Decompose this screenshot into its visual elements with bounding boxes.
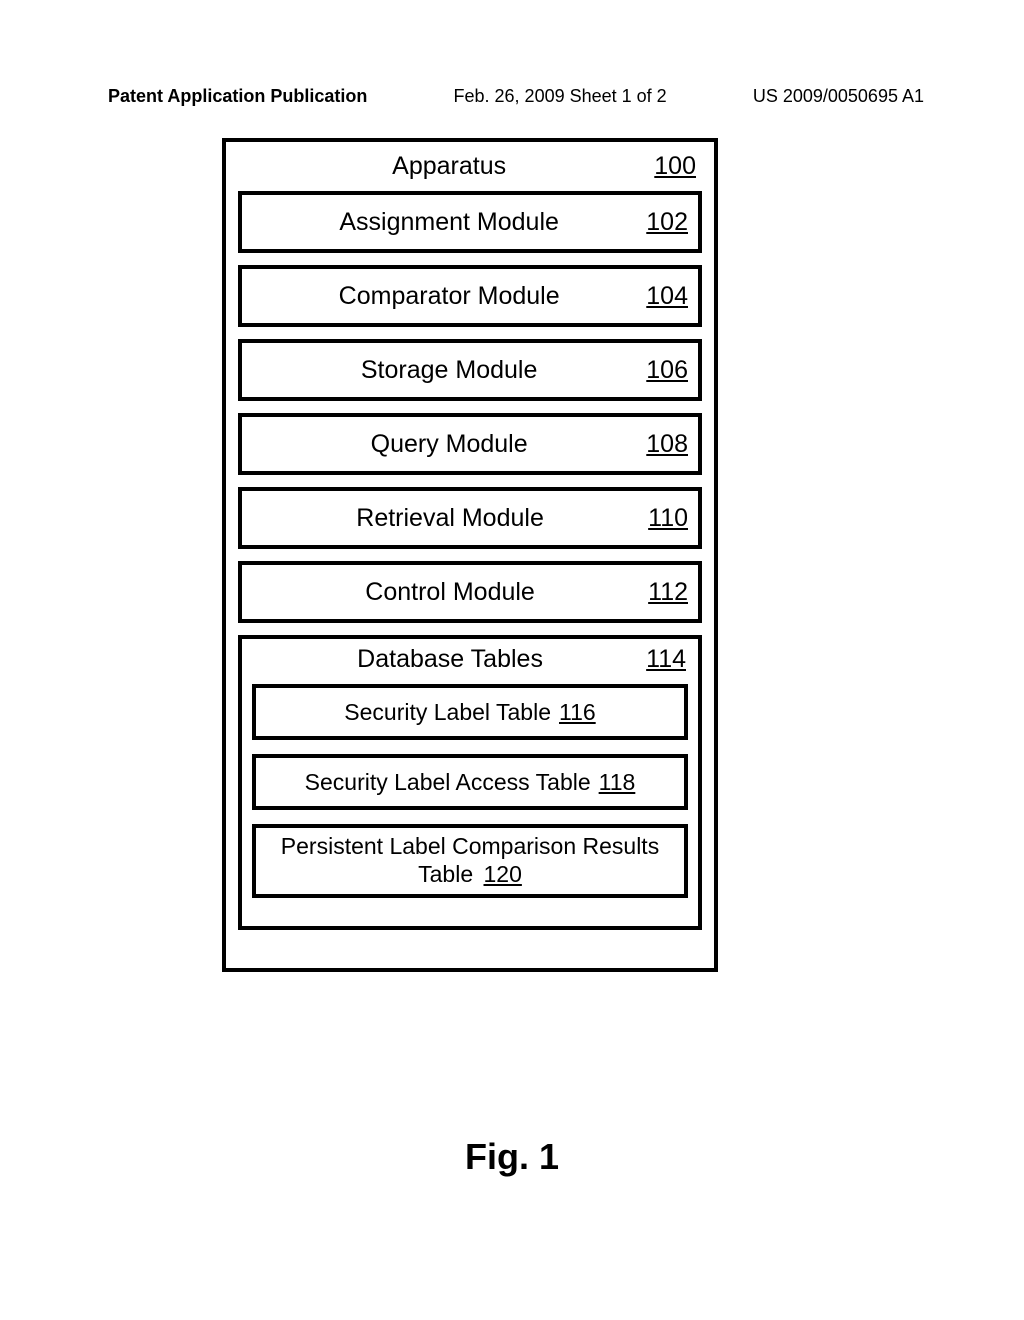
subtable-title: Persistent Label Comparison Results Tabl… <box>281 833 659 888</box>
module-comparator: Comparator Module 104 <box>238 265 702 327</box>
module-refnum: 110 <box>648 504 688 533</box>
module-refnum: 102 <box>646 208 688 237</box>
database-tables-header: Database Tables 114 <box>252 641 688 684</box>
page-header: Patent Application Publication Feb. 26, … <box>0 86 1024 107</box>
module-refnum: 104 <box>646 282 688 311</box>
module-refnum: 112 <box>648 578 688 607</box>
module-retrieval: Retrieval Module 110 <box>238 487 702 549</box>
apparatus-box: Apparatus 100 Assignment Module 102 Comp… <box>222 138 718 972</box>
header-date: Feb. 26, 2009 Sheet 1 of 2 <box>454 86 667 107</box>
module-assignment: Assignment Module 102 <box>238 191 702 253</box>
subtable-refnum: 120 <box>484 861 522 887</box>
db-title: Database Tables <box>254 645 646 674</box>
subtable-title-line1: Persistent Label Comparison Results <box>281 833 659 859</box>
module-title: Storage Module <box>252 356 646 385</box>
module-refnum: 108 <box>646 430 688 459</box>
module-refnum: 106 <box>646 356 688 385</box>
table-persistent-label-comparison: Persistent Label Comparison Results Tabl… <box>252 824 688 898</box>
header-patentno: US 2009/0050695 A1 <box>753 86 924 107</box>
module-title: Query Module <box>252 430 646 459</box>
table-security-label: Security Label Table 116 <box>252 684 688 740</box>
module-title: Control Module <box>252 578 648 607</box>
header-publication: Patent Application Publication <box>108 86 367 107</box>
module-title: Retrieval Module <box>252 504 648 533</box>
module-title: Comparator Module <box>252 282 646 311</box>
subtable-title: Security Label Table <box>344 699 551 726</box>
apparatus-title: Apparatus <box>244 152 654 181</box>
subtable-refnum: 118 <box>599 769 636 796</box>
subtable-refnum: 116 <box>559 699 596 726</box>
db-refnum: 114 <box>646 645 686 674</box>
module-control: Control Module 112 <box>238 561 702 623</box>
apparatus-header: Apparatus 100 <box>236 150 704 191</box>
module-title: Assignment Module <box>252 208 646 237</box>
subtable-title-line2: Table <box>418 861 473 887</box>
subtable-title: Security Label Access Table <box>305 769 591 796</box>
figure-label: Fig. 1 <box>0 1136 1024 1178</box>
module-query: Query Module 108 <box>238 413 702 475</box>
table-security-label-access: Security Label Access Table 118 <box>252 754 688 810</box>
apparatus-refnum: 100 <box>654 152 696 181</box>
module-storage: Storage Module 106 <box>238 339 702 401</box>
database-tables-box: Database Tables 114 Security Label Table… <box>238 635 702 930</box>
